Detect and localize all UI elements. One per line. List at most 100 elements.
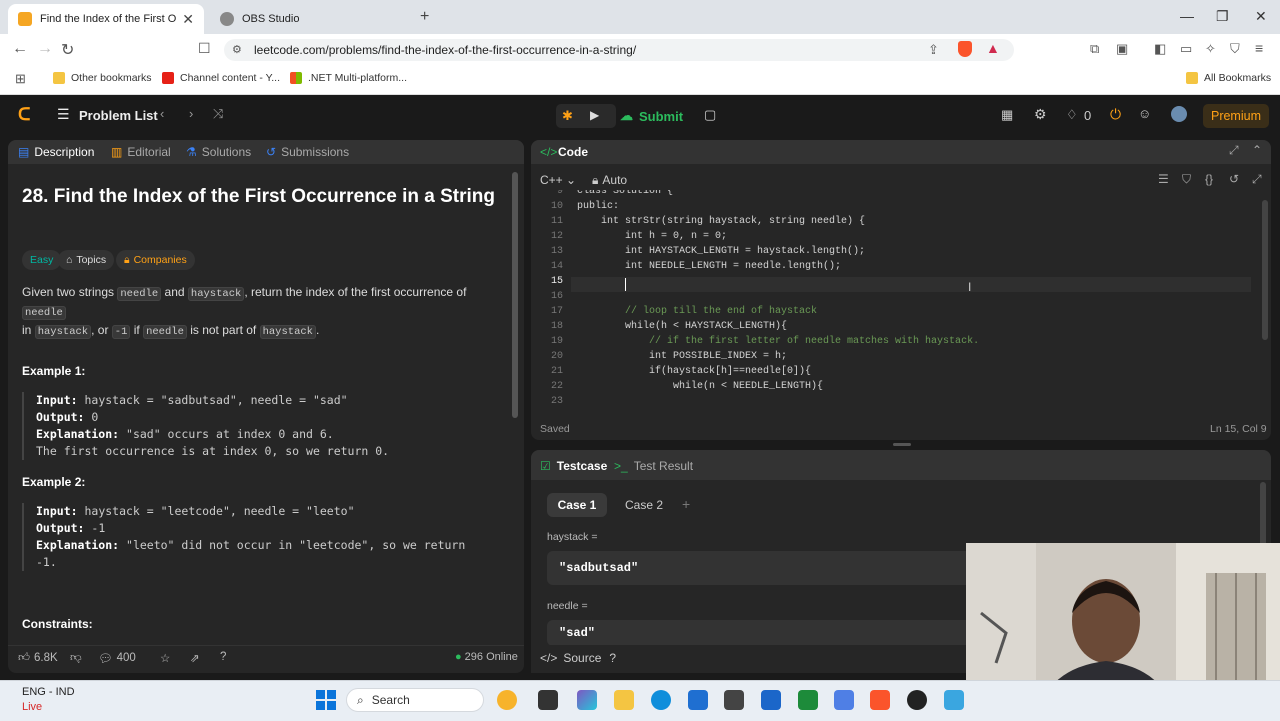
wallet-icon[interactable]: ▭ <box>1180 41 1192 57</box>
star-icon[interactable]: ☆ <box>160 651 170 665</box>
brave-browser-icon[interactable] <box>870 690 890 710</box>
tab-testcase[interactable]: ☑ Testcase <box>540 459 607 473</box>
resize-handle[interactable] <box>893 443 911 446</box>
store-icon[interactable] <box>688 690 708 710</box>
tab-editorial[interactable]: ▥ Editorial <box>111 145 171 159</box>
tab-submissions[interactable]: ↺ Submissions <box>266 145 349 159</box>
share-icon[interactable]: ⇪ <box>928 42 939 58</box>
close-tab-icon[interactable]: ✕ <box>182 11 194 28</box>
braces-icon[interactable]: {} <box>1205 172 1213 186</box>
forward-icon[interactable]: → <box>37 40 53 58</box>
brave-shield-icon[interactable] <box>958 41 972 57</box>
fullscreen-icon[interactable]: ⤢ <box>1229 143 1239 158</box>
language-indicator[interactable]: ENG - IND <box>22 686 75 698</box>
mode-indicator[interactable]: 🔒︎ Auto <box>592 173 627 188</box>
apps-grid-icon[interactable]: ⊞ <box>15 71 26 87</box>
next-problem-icon[interactable]: › <box>189 106 193 121</box>
new-tab-button[interactable]: + <box>420 8 429 26</box>
problem-list-icon[interactable]: ☰ <box>57 106 70 123</box>
terminal-app-icon[interactable] <box>724 690 744 710</box>
visual-studio-icon[interactable] <box>761 690 781 710</box>
language-select[interactable]: C++ ⌄ <box>540 173 576 187</box>
case-2-tab[interactable]: Case 2 <box>614 493 674 517</box>
settings-gear-icon[interactable]: ⚙ <box>1034 106 1047 123</box>
file-explorer-icon[interactable] <box>614 690 634 710</box>
windows-start-icon[interactable] <box>316 690 336 710</box>
companies-chip[interactable]: 🔒︎ Companies <box>116 250 195 270</box>
site-info-icon[interactable]: ⚙ <box>232 43 242 56</box>
bookmark-channel[interactable]: Channel content - Y... <box>162 72 280 84</box>
line-number: 10 <box>550 201 563 212</box>
like-button[interactable]: 👍︎ 6.8K <box>18 651 58 665</box>
source-button[interactable]: </> Source? <box>540 651 616 665</box>
bookmark-code-icon[interactable]: ⛉ <box>1182 172 1191 187</box>
vpn-icon[interactable]: ⛉ <box>1230 41 1240 57</box>
widgets-icon[interactable] <box>497 690 517 710</box>
comments-button[interactable]: 💬︎ 400 <box>98 651 136 665</box>
close-window-icon[interactable]: ✕ <box>1255 8 1267 25</box>
line-number: 15 <box>550 276 563 287</box>
layout-icon[interactable]: ▦ <box>1001 107 1013 123</box>
minimize-icon[interactable]: — <box>1180 8 1194 24</box>
shuffle-icon[interactable]: ⤨ <box>213 106 223 122</box>
help-icon[interactable]: ? <box>220 651 226 663</box>
notes-icon[interactable]: ▢ <box>704 107 716 123</box>
excel-icon[interactable] <box>798 690 818 710</box>
description-scrollbar[interactable] <box>512 172 518 418</box>
task-view-icon[interactable] <box>538 690 558 710</box>
timer-icon[interactable]: ⏻ <box>1110 106 1121 123</box>
text-cursor <box>625 278 626 291</box>
code-panel-header <box>531 140 1271 164</box>
maximize-icon[interactable]: ❐ <box>1216 8 1229 25</box>
address-bar[interactable]: leetcode.com/problems/find-the-index-of-… <box>224 39 1014 61</box>
reset-icon[interactable]: ↺ <box>1229 172 1239 186</box>
cast-icon[interactable]: ▣ <box>1116 41 1128 57</box>
leo-ai-icon[interactable]: ✧ <box>1205 41 1216 57</box>
copilot-icon[interactable] <box>577 690 597 710</box>
problem-list-button[interactable]: Problem List <box>79 108 158 123</box>
code-text: // loop till the end of haystack <box>577 306 818 317</box>
other-app-icon[interactable] <box>944 690 964 710</box>
browser-tab-obs[interactable]: OBS Studio <box>210 4 410 34</box>
sidebar-icon[interactable]: ◧ <box>1154 41 1166 57</box>
tab-test-result[interactable]: >_ Test Result <box>614 459 693 473</box>
topics-chip[interactable]: ⌂ Topics <box>58 250 115 270</box>
leetcode-logo-icon[interactable]: ᑕ <box>18 105 30 125</box>
dislike-icon[interactable]: 👎︎ <box>70 651 82 665</box>
case-1-tab[interactable]: Case 1 <box>547 493 607 517</box>
app-icon[interactable] <box>834 690 854 710</box>
prev-problem-icon[interactable]: ‹ <box>160 106 164 121</box>
collapse-icon[interactable]: ⌃ <box>1252 143 1262 157</box>
tab-solutions[interactable]: ⚗ Solutions <box>186 145 251 159</box>
bookmark-other[interactable]: Other bookmarks <box>53 72 152 84</box>
editor-scrollbar[interactable] <box>1262 200 1268 340</box>
edge-icon[interactable] <box>651 690 671 710</box>
bookmark-all[interactable]: All Bookmarks <box>1186 72 1271 84</box>
mouse-cursor-icon: I <box>968 280 972 294</box>
help-icon[interactable]: ? <box>609 651 616 665</box>
tab-description[interactable]: ▤ Description <box>18 145 94 159</box>
add-case-button[interactable]: + <box>682 496 690 512</box>
avatar[interactable] <box>1171 106 1187 122</box>
debug-icon[interactable]: ✱ <box>562 108 573 124</box>
reload-icon[interactable]: ↻ <box>61 40 74 60</box>
format-icon[interactable]: ☰ <box>1158 172 1169 186</box>
browser-tab-active[interactable]: Find the Index of the First Occurrence ✕ <box>8 4 204 34</box>
premium-button[interactable]: Premium <box>1203 104 1269 128</box>
taskbar-search[interactable]: ⌕ Search <box>346 688 484 712</box>
streak-flame-icon[interactable]: ♢ <box>1066 107 1078 123</box>
bookmark-dotnet[interactable]: .NET Multi-platform... <box>290 72 407 84</box>
back-icon[interactable]: ← <box>12 40 28 58</box>
menu-icon[interactable]: ≡ <box>1255 40 1263 56</box>
submit-button[interactable]: ☁ Submit <box>620 105 690 127</box>
search-icon: ⌕ <box>357 692 364 707</box>
code-editor[interactable]: 9 class Solution {10 public: 11 int strStr(… <box>531 190 1251 410</box>
expand-editor-icon[interactable]: ⤢ <box>1252 172 1262 187</box>
run-icon[interactable]: ▶ <box>590 108 599 122</box>
extensions-icon[interactable]: ⧉ <box>1090 41 1099 57</box>
bookmark-icon[interactable]: ☐ <box>198 40 211 57</box>
brave-rewards-icon[interactable]: ▲ <box>986 40 1000 56</box>
share-link-icon[interactable]: ⇗ <box>190 651 200 665</box>
obs-icon[interactable] <box>907 690 927 710</box>
add-friend-icon[interactable]: ☺ <box>1138 106 1151 121</box>
